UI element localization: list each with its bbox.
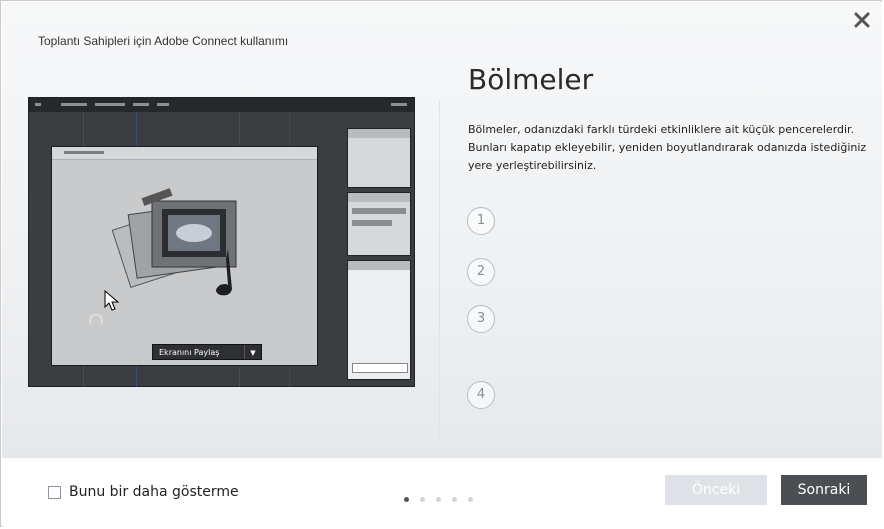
previous-button[interactable]: Önceki [665,475,767,505]
panes-illustration: Ekranını Paylaş ▼ [28,97,415,387]
illustration-menubar [29,98,414,112]
pane-header [348,193,410,202]
step-1: 1 [467,207,495,235]
attendees-pane [347,128,411,188]
dialog-title: Toplantı Sahipleri için Adobe Connect ku… [38,34,289,48]
illustration-menu-item [157,103,169,106]
share-screen-button: Ekranını Paylaş ▼ [152,344,262,360]
help-dialog: Toplantı Sahipleri için Adobe Connect ku… [0,0,882,528]
dont-show-again-checkbox[interactable] [48,486,61,499]
page-description: Bölmeler, odanızdaki farklı türdeki etki… [468,123,867,172]
chat-pane [347,192,411,256]
illustration-menu-item [133,103,149,106]
page-dot-2[interactable] [420,497,425,502]
pane-input [352,363,408,373]
step-3: 3 [467,305,495,333]
pane-row [352,208,406,214]
page-dot-1[interactable] [404,497,409,502]
content-divider [439,101,440,441]
page-title: Bölmeler [468,63,594,96]
close-icon[interactable] [851,9,873,31]
share-pane-title [64,151,104,154]
dont-show-again-label[interactable]: Bunu bir daha gösterme [69,484,239,500]
page-dot-5[interactable] [468,497,473,502]
page-dot-4[interactable] [452,497,457,502]
illustration-menu-item [391,103,407,106]
cursor-icon [104,290,120,311]
step-4: 4 [467,381,495,409]
page-dot-3[interactable] [436,497,441,502]
step-2: 2 [467,258,495,286]
next-button[interactable]: Sonraki [781,475,867,505]
pane-row [352,220,392,226]
chevron-down-icon: ▼ [244,345,261,359]
share-pane: Ekranını Paylaş ▼ [51,146,318,366]
pane-header [348,129,410,138]
media-stack-icon [112,188,237,296]
illustration-menu-item [35,103,41,106]
illustration-menu-item [95,103,125,106]
page-indicator [404,489,484,507]
illustration-menu-item [61,103,87,106]
pane-header [348,261,410,270]
share-screen-label: Ekranını Paylaş [159,348,220,357]
notes-pane [347,260,411,380]
loading-icon [89,313,103,325]
